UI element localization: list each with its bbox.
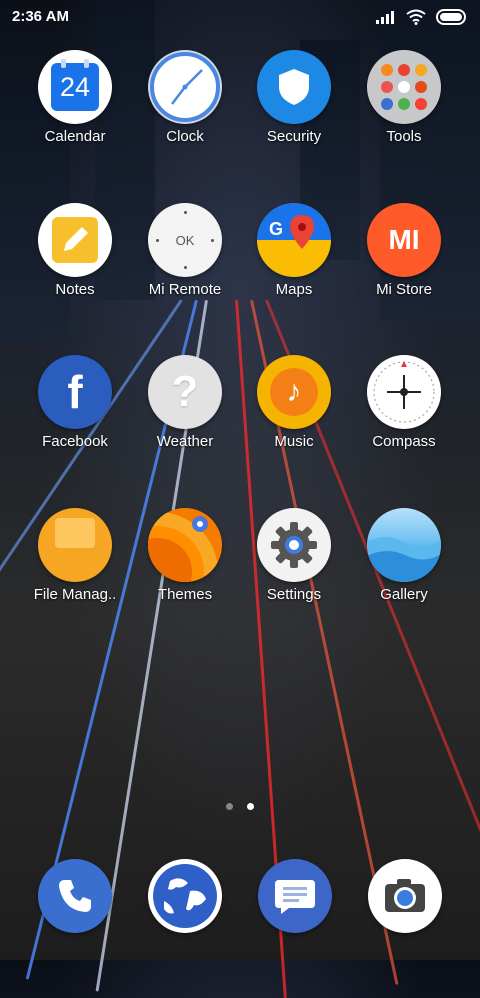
remote-ok-text: OK [175,232,195,248]
themes-icon [148,508,222,582]
gear-icon [257,508,331,582]
page-dot-active[interactable] [247,803,254,810]
status-time: 2:36 AM [12,8,69,25]
camera-icon [385,879,425,912]
facebook-icon: f [38,355,112,429]
app-weather[interactable]: ? Weather [130,355,240,450]
app-notes[interactable]: Notes [20,203,130,298]
gallery-icon [367,508,441,582]
app-label: Maps [275,281,313,298]
music-icon: ♪ [257,355,331,429]
app-tools[interactable]: Tools [349,50,459,145]
app-label: Compass [372,433,436,450]
app-label: Mi Store [376,281,432,298]
app-gallery[interactable]: Gallery [349,508,459,603]
phone-icon [59,880,91,912]
app-mi-remote[interactable]: OK Mi Remote [130,203,240,298]
app-label: Music [274,433,314,450]
message-icon [275,880,315,914]
notes-icon [38,203,112,277]
dock-messages-button[interactable] [258,859,332,933]
battery-icon [436,9,466,25]
app-security[interactable]: Security [239,50,349,145]
facebook-letter: f [67,366,83,418]
status-bar: 2:36 AM [0,0,480,34]
app-label: Weather [156,433,214,450]
app-label: Calendar [44,128,106,145]
app-music[interactable]: ♪ Music [239,355,349,450]
app-label: Mi Remote [148,281,222,298]
weather-icon: ? [148,355,222,429]
mi-store-icon: MI [367,203,441,277]
compass-icon [367,355,441,429]
music-note: ♪ [286,375,302,408]
app-label: Tools [386,128,422,145]
globe-icon [153,864,217,928]
page-indicator [226,803,254,810]
remote-icon: OK [148,203,222,277]
dock-phone-button[interactable] [38,859,112,933]
signal-icon [376,11,394,24]
calendar-date: 24 [59,71,91,102]
app-label: File Manag.. [33,586,117,603]
app-mi-store[interactable]: MI Mi Store [349,203,459,298]
app-maps[interactable]: G Maps [239,203,349,298]
wifi-icon [406,9,426,25]
shield-icon [257,50,331,124]
app-label: Facebook [42,433,108,450]
page-dot[interactable] [226,803,233,810]
app-label: Themes [157,586,213,603]
folder-icon [367,50,441,124]
clock-icon [148,50,222,124]
app-file-manager[interactable]: File Manag.. [20,508,130,603]
maps-g-letter: G [269,219,284,239]
maps-icon: G [257,203,331,277]
app-clock[interactable]: Clock [130,50,240,145]
weather-question-mark: ? [171,367,199,416]
app-label: Security [266,128,322,145]
app-settings[interactable]: Settings [239,508,349,603]
app-themes[interactable]: Themes [130,508,240,603]
app-label: Settings [266,586,322,603]
app-compass[interactable]: Compass [349,355,459,450]
dock-camera-button[interactable] [368,859,442,933]
folder-icon [38,508,112,582]
app-calendar[interactable]: 24 Calendar [20,50,130,145]
app-facebook[interactable]: f Facebook [20,355,130,450]
calendar-icon: 24 [38,50,112,124]
dock-browser-button[interactable] [148,859,222,933]
mi-logo-text: MI [388,224,420,255]
app-label: Notes [55,281,95,298]
app-label: Clock [166,128,204,145]
app-label: Gallery [380,586,428,603]
